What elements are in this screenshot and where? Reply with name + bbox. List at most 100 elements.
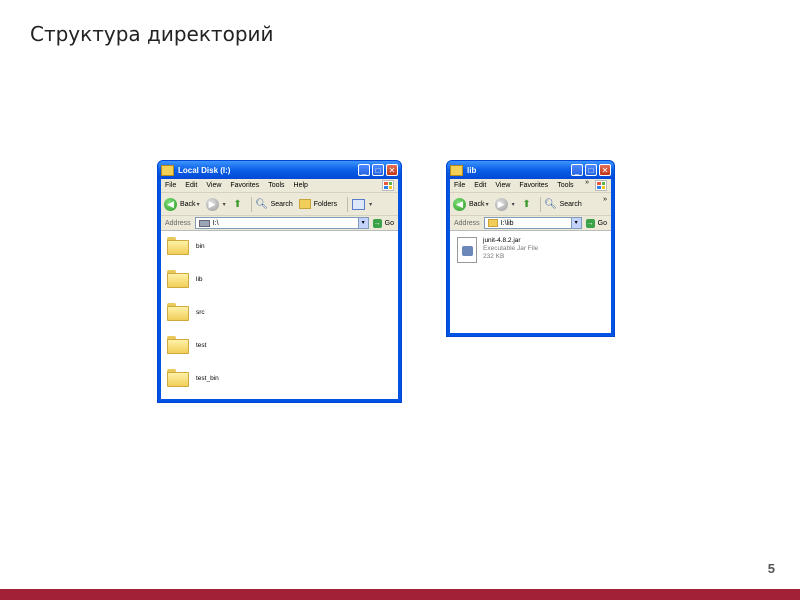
windows-logo-icon <box>595 180 607 191</box>
search-icon: 🔍︎ <box>544 198 557 210</box>
address-dropdown-icon[interactable]: ▾ <box>357 218 368 228</box>
menu-file[interactable]: File <box>454 182 465 189</box>
minimize-button[interactable]: _ <box>571 164 583 176</box>
folder-label: lib <box>196 275 203 283</box>
windows-logo-icon <box>382 180 394 191</box>
menu-edit[interactable]: Edit <box>185 182 197 189</box>
forward-arrow-icon: ▶ <box>205 197 219 211</box>
address-value: I:\lib <box>500 219 514 227</box>
up-folder-icon[interactable]: ⬆ <box>521 198 533 210</box>
back-button[interactable]: ◀ Back ▾ <box>453 197 489 211</box>
address-dropdown-icon[interactable]: ▾ <box>570 218 581 228</box>
menu-bar: File Edit View Favorites Tools Help <box>161 179 398 193</box>
menu-bar: File Edit View Favorites Tools » <box>450 179 611 193</box>
forward-dropdown-icon[interactable]: ▾ <box>512 201 515 208</box>
go-button[interactable]: → Go <box>372 218 394 228</box>
minimize-button[interactable]: _ <box>358 164 370 176</box>
explorer-window-lib[interactable]: lib _ □ ✕ File Edit View Favorites Tools… <box>446 160 615 337</box>
folder-icon <box>167 369 189 387</box>
drive-icon <box>161 164 174 176</box>
menu-favorites[interactable]: Favorites <box>230 182 259 189</box>
back-dropdown-icon[interactable]: ▾ <box>197 201 200 208</box>
search-label: Search <box>270 200 293 208</box>
folder-item-test-bin[interactable]: test_bin <box>167 369 219 387</box>
file-type: Executable Jar File <box>483 245 539 252</box>
toolbar: ◀ Back ▾ ▶ ▾ ⬆ 🔍︎ Search » <box>450 193 611 216</box>
up-folder-icon[interactable]: ⬆ <box>232 198 244 210</box>
toolbar-separator <box>347 196 349 212</box>
address-bar: Address I:\lib ▾ → Go <box>450 216 611 230</box>
menu-help[interactable]: Help <box>294 182 308 189</box>
go-arrow-icon: → <box>372 218 382 228</box>
forward-arrow-icon: ▶ <box>494 197 508 211</box>
go-label: Go <box>384 219 394 227</box>
file-view[interactable]: junit-4.8.2.jar Executable Jar File 232 … <box>450 230 611 333</box>
address-input[interactable]: I:\ ▾ <box>194 217 369 229</box>
maximize-button[interactable]: □ <box>372 164 384 176</box>
views-icon <box>352 198 366 210</box>
drive-small-icon <box>198 219 210 227</box>
forward-dropdown-icon[interactable]: ▾ <box>223 201 226 208</box>
search-button[interactable]: 🔍︎ Search <box>544 198 582 210</box>
back-arrow-icon: ◀ <box>164 197 177 211</box>
back-arrow-icon: ◀ <box>453 197 466 211</box>
folder-label: src <box>196 308 205 316</box>
toolbar-overflow-icon[interactable]: » <box>603 196 607 203</box>
folder-item-test[interactable]: test <box>167 336 206 354</box>
folder-label: bin <box>196 242 205 250</box>
address-label: Address <box>454 219 480 227</box>
go-arrow-icon: → <box>585 218 595 228</box>
menu-favorites[interactable]: Favorites <box>519 182 548 189</box>
folders-button[interactable]: Folders <box>298 199 338 209</box>
address-bar: Address I:\ ▾ → Go <box>161 216 398 230</box>
back-dropdown-icon[interactable]: ▾ <box>486 201 489 208</box>
maximize-button[interactable]: □ <box>585 164 597 176</box>
menu-tools[interactable]: Tools <box>557 182 573 189</box>
toolbar-separator <box>539 196 541 212</box>
folders-label: Folders <box>313 200 338 208</box>
menu-view[interactable]: View <box>206 182 221 189</box>
go-label: Go <box>597 219 607 227</box>
title-bar[interactable]: lib _ □ ✕ <box>447 161 614 179</box>
window-title: lib <box>467 165 477 175</box>
close-button[interactable]: ✕ <box>386 164 398 176</box>
window-title: Local Disk (I:) <box>178 165 231 175</box>
folder-icon <box>167 237 189 255</box>
folder-icon <box>167 303 189 321</box>
folder-item-lib[interactable]: lib <box>167 270 203 288</box>
close-button[interactable]: ✕ <box>599 164 611 176</box>
search-label: Search <box>559 200 582 208</box>
explorer-window-local-disk[interactable]: Local Disk (I:) _ □ ✕ File Edit View Fav… <box>157 160 402 403</box>
go-button[interactable]: → Go <box>585 218 607 228</box>
file-view[interactable]: bin lib src test test_bin <box>161 230 398 399</box>
back-label: Back <box>469 200 485 208</box>
menu-file[interactable]: File <box>165 182 176 189</box>
title-bar[interactable]: Local Disk (I:) _ □ ✕ <box>158 161 401 179</box>
folder-item-src[interactable]: src <box>167 303 205 321</box>
jar-file-icon <box>457 237 477 263</box>
forward-button[interactable]: ▶ ▾ <box>494 197 515 211</box>
back-button[interactable]: ◀ Back ▾ <box>164 197 200 211</box>
file-name: junit-4.8.2.jar <box>483 237 521 244</box>
folder-small-icon <box>487 219 498 227</box>
bottom-accent-bar <box>0 589 800 600</box>
address-value: I:\ <box>212 219 219 227</box>
menu-tools[interactable]: Tools <box>268 182 284 189</box>
folder-label: test_bin <box>196 374 219 382</box>
forward-button[interactable]: ▶ ▾ <box>205 197 226 211</box>
toolbar-separator <box>250 196 252 212</box>
address-input[interactable]: I:\lib ▾ <box>483 217 582 229</box>
menu-overflow-icon[interactable]: » <box>585 179 589 186</box>
folder-item-bin[interactable]: bin <box>167 237 205 255</box>
views-dropdown-icon[interactable]: ▾ <box>369 201 372 208</box>
views-button[interactable]: ▾ <box>352 198 372 210</box>
search-icon: 🔍︎ <box>255 198 268 210</box>
file-item-junit-jar[interactable]: junit-4.8.2.jar Executable Jar File 232 … <box>457 237 538 263</box>
folder-icon <box>167 270 189 288</box>
toolbar: ◀ Back ▾ ▶ ▾ ⬆ 🔍︎ Search Folders ▾ <box>161 193 398 216</box>
search-button[interactable]: 🔍︎ Search <box>255 198 293 210</box>
menu-view[interactable]: View <box>495 182 510 189</box>
back-label: Back <box>180 200 196 208</box>
slide-title: Структура директорий <box>30 22 274 46</box>
menu-edit[interactable]: Edit <box>474 182 486 189</box>
